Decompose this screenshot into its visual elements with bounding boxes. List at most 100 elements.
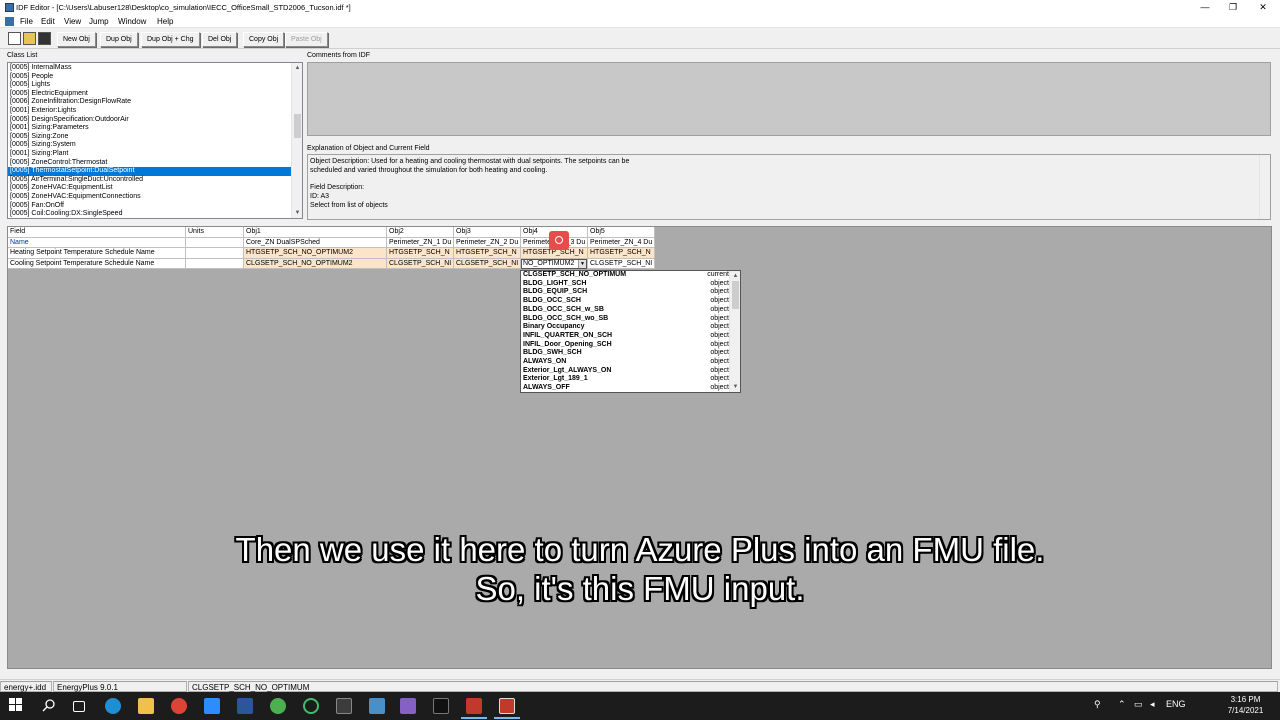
close-button[interactable]: ✕ [1248, 0, 1278, 15]
language-indicator[interactable]: ENG [1166, 699, 1186, 709]
grid-cell[interactable]: CLGSETP_SCH_NI [454, 258, 521, 269]
dup-obj-button[interactable]: Dup Obj [100, 32, 138, 47]
new-file-icon[interactable] [8, 32, 21, 45]
grid-cell[interactable]: Perimeter_ZN_2 Du [454, 237, 521, 248]
dropdown-option[interactable]: BLDG_OCC_SCH_w_SB object [523, 306, 729, 315]
class-list-item[interactable]: [0001] Sizing:Plant [10, 150, 68, 159]
dropdown-option[interactable]: BLDG_OCC_SCH_wo_SB object [523, 315, 729, 324]
chrome-icon[interactable] [270, 698, 286, 714]
schedule-combo-box[interactable]: NO_OPTIMUM2 ▼ [521, 259, 587, 269]
grid-cell[interactable]: HTGSETP_SCH_N [454, 248, 521, 259]
scroll-down-icon[interactable]: ▼ [292, 208, 302, 218]
class-list-item[interactable]: [0005] Lights [10, 81, 50, 90]
file-explorer-icon[interactable] [138, 698, 154, 714]
network-icon[interactable]: ▭ [1134, 699, 1143, 710]
task-view-icon[interactable] [73, 701, 85, 712]
class-list-item[interactable]: [0005] ZoneHVAC:EquipmentConnections [10, 193, 141, 202]
open-folder-icon[interactable] [23, 32, 36, 45]
dropdown-option[interactable]: BLDG_EQUIP_SCH object [523, 288, 729, 297]
grid-header-obj1[interactable]: Obj1 [244, 227, 387, 238]
chevron-down-icon[interactable]: ▼ [578, 260, 586, 268]
zoom-icon[interactable] [204, 698, 220, 714]
grid-cell[interactable]: HTGSETP_SCH_NO_OPTIMUM2 [244, 248, 387, 259]
dropdown-option[interactable]: Exterior_Lgt_189_1 object [523, 375, 729, 384]
class-list-item[interactable]: [0005] Fan:OnOff [10, 202, 64, 211]
dup-obj-chg-button[interactable]: Dup Obj + Chg [141, 32, 200, 47]
menu-help[interactable]: Help [157, 17, 173, 26]
scroll-down-icon[interactable]: ▼ [730, 382, 740, 392]
word-icon[interactable] [237, 698, 253, 714]
scroll-thumb[interactable] [294, 114, 301, 138]
save-disk-icon[interactable] [38, 32, 51, 45]
dropdown-option[interactable]: BLDG_SWH_SCH object [523, 349, 729, 358]
dropdown-option[interactable]: INFIL_Door_Opening_SCH object [523, 341, 729, 350]
chevron-up-icon[interactable]: ⌃ [1118, 699, 1126, 710]
people-icon[interactable]: ⚲ [1094, 699, 1101, 710]
grid-cell[interactable]: Perimeter_ZN_1 Du [387, 237, 454, 248]
dropdown-option[interactable]: BLDG_OCC_SCH object [523, 297, 729, 306]
restore-button[interactable]: ❐ [1218, 0, 1248, 15]
class-list-item[interactable]: [0006] ZoneInfiltration:DesignFlowRate [10, 98, 131, 107]
clock[interactable]: 3:16 PM 7/14/2021 [1223, 694, 1268, 716]
grid-cell[interactable]: CLGSETP_SCH_NI [387, 258, 454, 269]
edge-icon[interactable] [105, 698, 121, 714]
scroll-up-icon[interactable]: ▲ [292, 63, 302, 73]
dropdown-option[interactable]: BLDG_LIGHT_SCH object [523, 280, 729, 289]
class-list-item[interactable]: [0005] DesignSpecification:OutdoorAir [10, 116, 129, 125]
explanation-scrollbar[interactable] [1259, 155, 1270, 219]
scroll-up-icon[interactable]: ▲ [730, 271, 740, 281]
grid-cell[interactable]: CLGSETP_SCH_NO_OPTIMUM2 [244, 258, 387, 269]
grid-header-obj2[interactable]: Obj2 [387, 227, 454, 238]
class-list-item[interactable]: [0005] Sizing:Zone [10, 133, 68, 142]
dropdown-option[interactable]: Exterior_Lgt_ALWAYS_ON object [523, 367, 729, 376]
class-list-item[interactable]: [0005] ElectricEquipment [10, 90, 88, 99]
class-list-item[interactable]: [0005] ZoneControl:Thermostat [10, 159, 107, 168]
minimize-button[interactable]: — [1190, 0, 1220, 15]
class-list-item[interactable]: [0005] Coil:Cooling:DX:SingleSpeed [10, 210, 122, 218]
grid-cell[interactable]: HTGSETP_SCH_N [588, 248, 655, 259]
menu-jump[interactable]: Jump [89, 17, 109, 26]
class-list-item[interactable]: [0001] Exterior:Lights [10, 107, 76, 116]
copy-obj-button[interactable]: Copy Obj [243, 32, 285, 47]
grid-header-obj3[interactable]: Obj3 [454, 227, 521, 238]
menu-file[interactable]: File [20, 17, 33, 26]
class-list-item[interactable]: [0005] ThermostatSetpoint:DualSetpoint [8, 167, 291, 176]
grid-cell[interactable]: CLGSETP_SCH_NI [588, 258, 655, 269]
grid-cell[interactable]: Core_ZN DualSPSched [244, 237, 387, 248]
search-icon[interactable] [42, 698, 58, 714]
scroll-thumb[interactable] [732, 281, 739, 309]
volume-icon[interactable]: ◂ [1150, 699, 1155, 710]
remote-desktop-icon[interactable] [369, 698, 385, 714]
class-list[interactable]: [0005] InternalMass [0005] People [0005] L… [7, 62, 303, 219]
chrome-icon[interactable] [171, 698, 187, 714]
dropdown-option[interactable]: CLGSETP_SCH_NO_OPTIMUM current [523, 271, 729, 280]
document-icon[interactable] [5, 17, 14, 26]
class-list-item[interactable]: [0005] InternalMass [10, 64, 71, 73]
dropdown-option[interactable]: ALWAYS_OFF object [523, 384, 729, 392]
menu-window[interactable]: Window [118, 17, 146, 26]
del-obj-button[interactable]: Del Obj [202, 32, 238, 47]
new-obj-button[interactable]: New Obj [57, 32, 96, 47]
class-list-item[interactable]: [0005] Sizing:System [10, 141, 76, 150]
terminal-icon[interactable] [336, 698, 352, 714]
schedule-dropdown-list[interactable]: CLGSETP_SCH_NO_OPTIMUM current BLDG_LIGHT_… [520, 270, 741, 393]
idf-editor-icon[interactable] [499, 698, 515, 714]
dropdown-option[interactable]: INFIL_QUARTER_ON_SCH object [523, 332, 729, 341]
class-list-item[interactable]: [0005] ZoneHVAC:EquipmentList [10, 184, 113, 193]
grid-header-obj5[interactable]: Obj5 [588, 227, 655, 238]
class-list-item[interactable]: [0005] People [10, 73, 53, 82]
menu-view[interactable]: View [64, 17, 81, 26]
class-list-item[interactable]: [0001] Sizing:Parameters [10, 124, 89, 133]
menu-edit[interactable]: Edit [41, 17, 55, 26]
class-list-scrollbar[interactable]: ▲ ▼ [291, 63, 302, 218]
grid-cell[interactable]: Perimeter_ZN_4 Du [588, 237, 655, 248]
visual-studio-icon[interactable] [400, 698, 416, 714]
dropdown-scrollbar[interactable]: ▲ ▼ [729, 271, 740, 392]
refresh-app-icon[interactable] [303, 698, 319, 714]
energyplus-launch-icon[interactable] [466, 698, 482, 714]
class-list-item[interactable]: [0005] AirTerminal:SingleDuct:Uncontroll… [10, 176, 143, 185]
dropdown-option[interactable]: Binary Occupancy object [523, 323, 729, 332]
cmd-icon[interactable] [433, 698, 449, 714]
dropdown-option[interactable]: ALWAYS_ON object [523, 358, 729, 367]
grid-cell[interactable]: HTGSETP_SCH_N [387, 248, 454, 259]
